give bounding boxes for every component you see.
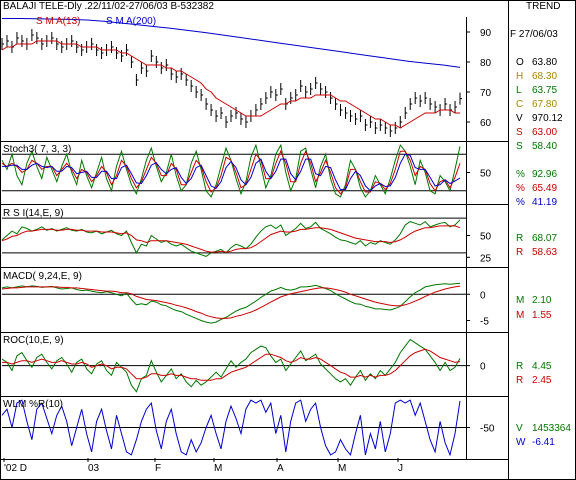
stoch-d-line <box>1 149 461 195</box>
wlm-volume-value: 1453364 <box>532 423 571 434</box>
x-tick-label: M <box>214 463 222 474</box>
readout-open-key: O <box>516 57 524 68</box>
stoch-d-value: 65.49 <box>532 183 558 194</box>
stoch-tick-50: 50 <box>480 169 492 180</box>
price-tick-60: 60 <box>480 118 492 129</box>
macd-signal-line <box>1 285 461 319</box>
price-tick-90: 90 <box>480 28 492 39</box>
stoch-label: Stoch3( 7, 3, 3) <box>3 144 72 155</box>
readout-low-key: L <box>516 85 522 96</box>
rsi-signal-key: R <box>516 247 524 258</box>
chart-title: BALAJI TELE-Dly .22/11/02-27/06/03 B-532… <box>3 1 214 12</box>
macd-line <box>1 282 461 324</box>
stoch-k-key: % <box>516 169 525 180</box>
roc-signal-value: 2.45 <box>532 375 552 386</box>
roc-value: 4.45 <box>532 361 552 372</box>
roc-label: ROC(10,E, 9) <box>3 335 64 346</box>
macd-signal-key: M <box>516 310 525 321</box>
macd-tick-0: 0 <box>480 290 486 301</box>
readout-sma200-key: S <box>516 141 523 152</box>
readout-sma200-value: 58.40 <box>532 141 558 152</box>
stoch-d-key: % <box>516 183 525 194</box>
readout-sma13-key: S <box>516 127 523 138</box>
rsi-value: 68.07 <box>532 233 558 244</box>
readout-close-value: 67.80 <box>532 99 558 110</box>
roc-signal-line <box>2 348 461 381</box>
sma200-label: S M A(200) <box>106 16 157 27</box>
rsi-signal-value: 58.63 <box>532 247 558 258</box>
readout-high-key: H <box>516 71 524 82</box>
price-tick-70: 70 <box>480 88 492 99</box>
rsi-tick-50: 50 <box>480 232 492 243</box>
stoch-s-value: 41.19 <box>532 197 558 208</box>
roc-value-key: R <box>516 361 524 372</box>
macd-tick-neg5: -5 <box>480 317 489 328</box>
chart-svg: 908070605050250-50-50'02 D 03 F M A M J <box>0 0 576 480</box>
rsi-value-key: R <box>516 233 524 244</box>
date-readout: F 27/06/03 <box>510 29 558 40</box>
wlm-w-key: W <box>516 437 526 448</box>
rsi-label: R S I(14,E, 9) <box>3 208 64 219</box>
macd-label: MACD( 9,24,E, 9) <box>3 271 82 282</box>
x-tick-label: F <box>155 463 161 474</box>
x-tick-label: A <box>277 463 284 474</box>
x-tick-label: M <box>338 463 346 474</box>
macd-value-key: M <box>516 295 525 306</box>
readout-volume-value: 970.12 <box>532 113 563 124</box>
wlm-label: WLM %R(10) <box>3 399 64 410</box>
x-tick-label: J <box>398 463 403 474</box>
readout-volume-key: V <box>516 113 523 124</box>
wlm-tick-neg50: -50 <box>480 424 495 435</box>
roc-signal-key: R <box>516 375 524 386</box>
x-tick-label: '02 D <box>4 463 27 474</box>
roc-tick-0: 0 <box>480 362 486 373</box>
sma13-label: S M A(13) <box>36 16 81 27</box>
wlm-w-value: -6.41 <box>532 437 555 448</box>
readout-open-value: 63.80 <box>532 57 558 68</box>
macd-signal-value: 1.55 <box>532 310 552 321</box>
stoch-s-key: % <box>516 197 525 208</box>
price-tick-80: 80 <box>480 58 492 69</box>
chart-root: 90 80 70 60 50 50 25 0 -5 0 -50'02 D 03 F M A M J BALAJI… <box>0 0 576 480</box>
stoch-k-value: 92.96 <box>532 169 558 180</box>
macd-value: 2.10 <box>532 295 552 306</box>
readout-close-key: C <box>516 99 524 110</box>
readout-low-value: 63.75 <box>532 85 558 96</box>
wlm-volume-key: V <box>516 423 523 434</box>
trend-label: TREND <box>526 1 561 12</box>
rsi-tick-25: 25 <box>480 253 492 264</box>
readout-sma13-value: 63.00 <box>532 127 558 138</box>
readout-high-value: 68.30 <box>532 71 558 82</box>
x-tick-label: 03 <box>88 463 100 474</box>
